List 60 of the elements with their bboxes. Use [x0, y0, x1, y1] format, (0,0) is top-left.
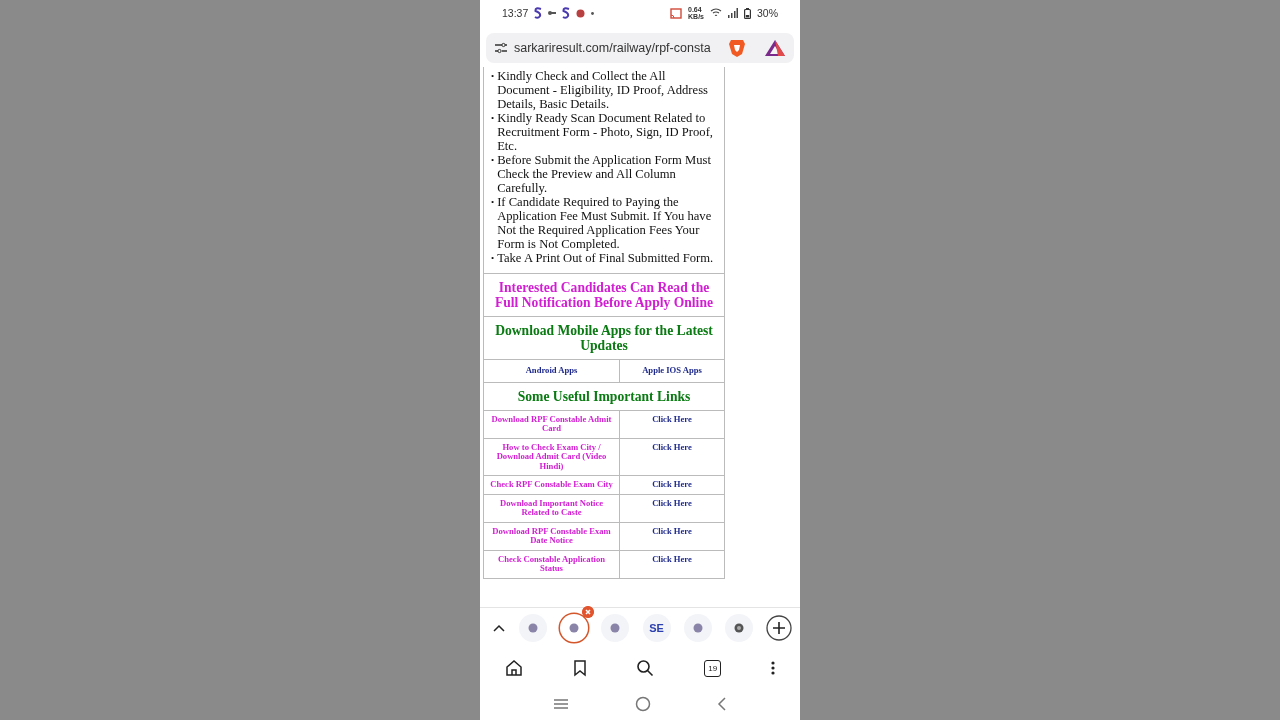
tab-counter[interactable]: 19 — [704, 659, 722, 677]
close-icon[interactable] — [582, 606, 595, 618]
dot-icon — [591, 11, 595, 15]
key-icon — [548, 10, 557, 16]
instruction-item: Before Submit the Application Form Must Check the Preview and All Column Carefully. — [497, 153, 712, 195]
signal-icon — [728, 8, 738, 18]
link-label: Download RPF Constable Admit Card — [484, 410, 620, 438]
bullet: • — [491, 252, 495, 265]
instruction-item: Kindly Check and Collect the All Document - Eligibility, ID Proof, Address Details, Basic Details. — [497, 69, 709, 111]
bullet: • — [491, 196, 495, 209]
bullet: • — [491, 70, 495, 83]
tab-button[interactable] — [560, 614, 589, 642]
click-here-link[interactable]: Click Here — [623, 414, 721, 424]
link-label: Download Important Notice Related to Caste — [484, 494, 620, 522]
clock: 13:37 — [502, 7, 529, 19]
tab-button[interactable] — [683, 614, 712, 642]
lion-shield-icon[interactable] — [728, 38, 746, 58]
app-link[interactable]: Android Apps — [484, 360, 620, 382]
app-notification-icon — [534, 7, 543, 19]
tune-icon[interactable] — [494, 42, 508, 54]
app-link[interactable]: Apple IOS Apps — [620, 360, 724, 382]
cast-icon — [670, 7, 683, 19]
url-text[interactable]: sarkariresult.com/railway/rpf-consta — [514, 41, 722, 55]
link-label: How to Check Exam City / Download Admit Card (Video Hindi) — [484, 438, 620, 475]
home-circle-icon[interactable] — [635, 696, 651, 712]
battery-level: 30% — [757, 7, 778, 19]
home-icon[interactable] — [504, 659, 523, 677]
instruction-item: Kindly Ready Scan Document Related to Recruitment Form - Photo, Sign, ID Proof, Etc. — [497, 111, 714, 153]
wifi-icon — [710, 8, 722, 18]
chevron-up-icon[interactable] — [492, 623, 506, 633]
more-icon[interactable] — [771, 661, 776, 675]
tab-button[interactable]: SE — [642, 614, 671, 642]
click-here-link[interactable]: Click Here — [623, 554, 721, 564]
instruction-item: If Candidate Required to Paying the Application Fee Must Submit. If You have Not the Required Application Fees Your Form is Not Completed. — [497, 195, 713, 251]
click-here-link[interactable]: Click Here — [623, 498, 721, 508]
address-bar[interactable]: sarkariresult.com/railway/rpf-consta — [486, 33, 794, 63]
instruction-item: Take A Print Out of Final Submitted Form. — [497, 251, 715, 265]
app-notification-icon — [562, 7, 571, 19]
link-label: Check RPF Constable Exam City — [484, 476, 620, 494]
back-icon[interactable] — [717, 697, 727, 711]
plus-icon[interactable] — [766, 615, 792, 641]
bookmark-icon[interactable] — [572, 659, 587, 677]
battery-icon — [744, 7, 751, 19]
tab-button[interactable] — [601, 614, 630, 642]
tab-button[interactable] — [724, 614, 753, 642]
favicon-icon — [733, 623, 744, 633]
tab-button[interactable] — [519, 614, 548, 642]
link-label: Download RPF Constable Exam Date Notice — [484, 522, 620, 550]
bullet: • — [491, 112, 495, 125]
notice-heading: Interested Candidates Can Read the Full Notification Before Apply Online — [484, 274, 724, 317]
click-here-link[interactable]: Click Here — [623, 526, 721, 536]
menu-icon[interactable] — [553, 698, 569, 710]
search-icon[interactable] — [636, 659, 655, 677]
triangle-icon[interactable] — [764, 39, 786, 57]
links-heading: Some Useful Important Links — [484, 382, 724, 411]
bullet: • — [491, 154, 495, 167]
click-here-link[interactable]: Click Here — [623, 442, 721, 452]
click-here-link[interactable]: Click Here — [623, 480, 721, 490]
apps-heading: Download Mobile Apps for the Latest Updates — [484, 317, 724, 360]
link-label: Check Constable Application Status — [484, 550, 620, 578]
